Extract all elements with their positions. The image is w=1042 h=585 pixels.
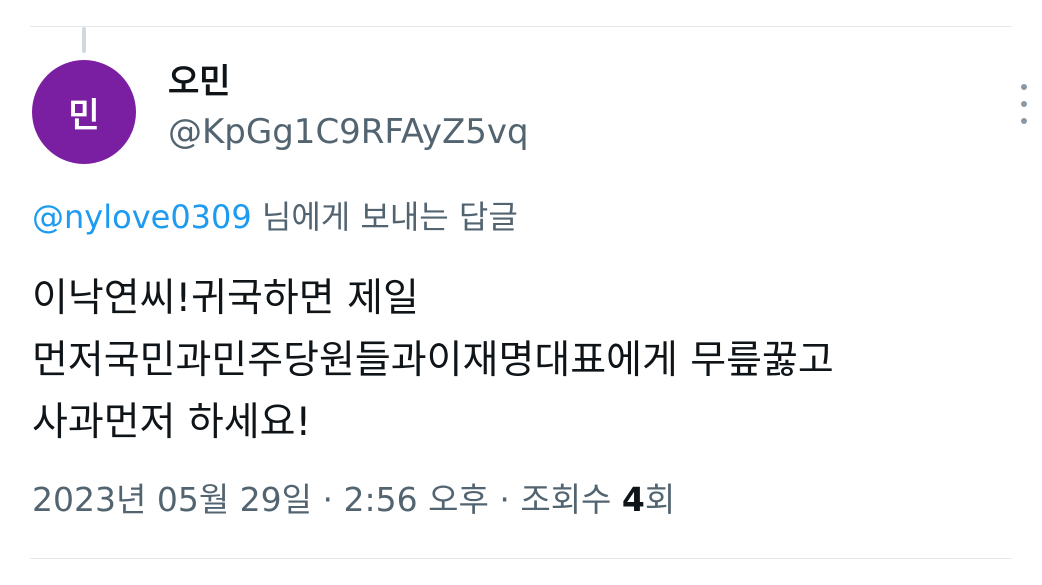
views-suffix: 회: [644, 480, 676, 519]
meta-separator: ·: [488, 480, 521, 519]
tweet-metadata: 2023년 05월 29일 · 2:56 오후 · 조회수 4회: [32, 478, 675, 522]
meta-separator: ·: [312, 480, 344, 519]
more-vertical-icon[interactable]: [1014, 84, 1034, 124]
user-handle[interactable]: @KpGg1C9RFAyZ5vq: [168, 112, 529, 152]
tweet-text-line: 사과먼저 하세요!: [32, 400, 312, 445]
views-label: 조회수: [520, 480, 622, 519]
views-count: 4: [621, 480, 645, 519]
more-dot: [1021, 118, 1027, 124]
top-divider: [30, 26, 1012, 27]
tweet-text-line: 이낙연씨!귀국하면 제일: [32, 276, 419, 321]
reply-to-suffix: 님에게 보내는 답글: [251, 198, 518, 236]
tweet-detail: 민 오민 @KpGg1C9RFAyZ5vq @nylove0309 님에게 보내…: [0, 0, 1042, 585]
thread-connector-line: [82, 27, 86, 53]
avatar[interactable]: 민: [32, 60, 136, 164]
reply-to-mention-link[interactable]: @nylove0309: [32, 198, 252, 236]
bottom-divider: [30, 558, 1012, 559]
tweet-text-line: 먼저국민과민주당원들과이재명대표에게 무릎꿇고: [32, 338, 834, 383]
avatar-initial: 민: [68, 95, 100, 136]
tweet-time[interactable]: 2:56 오후: [344, 480, 489, 519]
author-info[interactable]: 오민 @KpGg1C9RFAyZ5vq: [168, 62, 529, 152]
display-name[interactable]: 오민: [168, 62, 529, 102]
tweet-date[interactable]: 2023년 05월 29일: [32, 480, 312, 519]
more-dot: [1021, 84, 1027, 90]
reply-context: @nylove0309 님에게 보내는 답글: [32, 196, 518, 238]
more-dot: [1021, 101, 1027, 107]
tweet-text: 이낙연씨!귀국하면 제일 먼저국민과민주당원들과이재명대표에게 무릎꿇고 사과먼…: [32, 268, 1032, 454]
